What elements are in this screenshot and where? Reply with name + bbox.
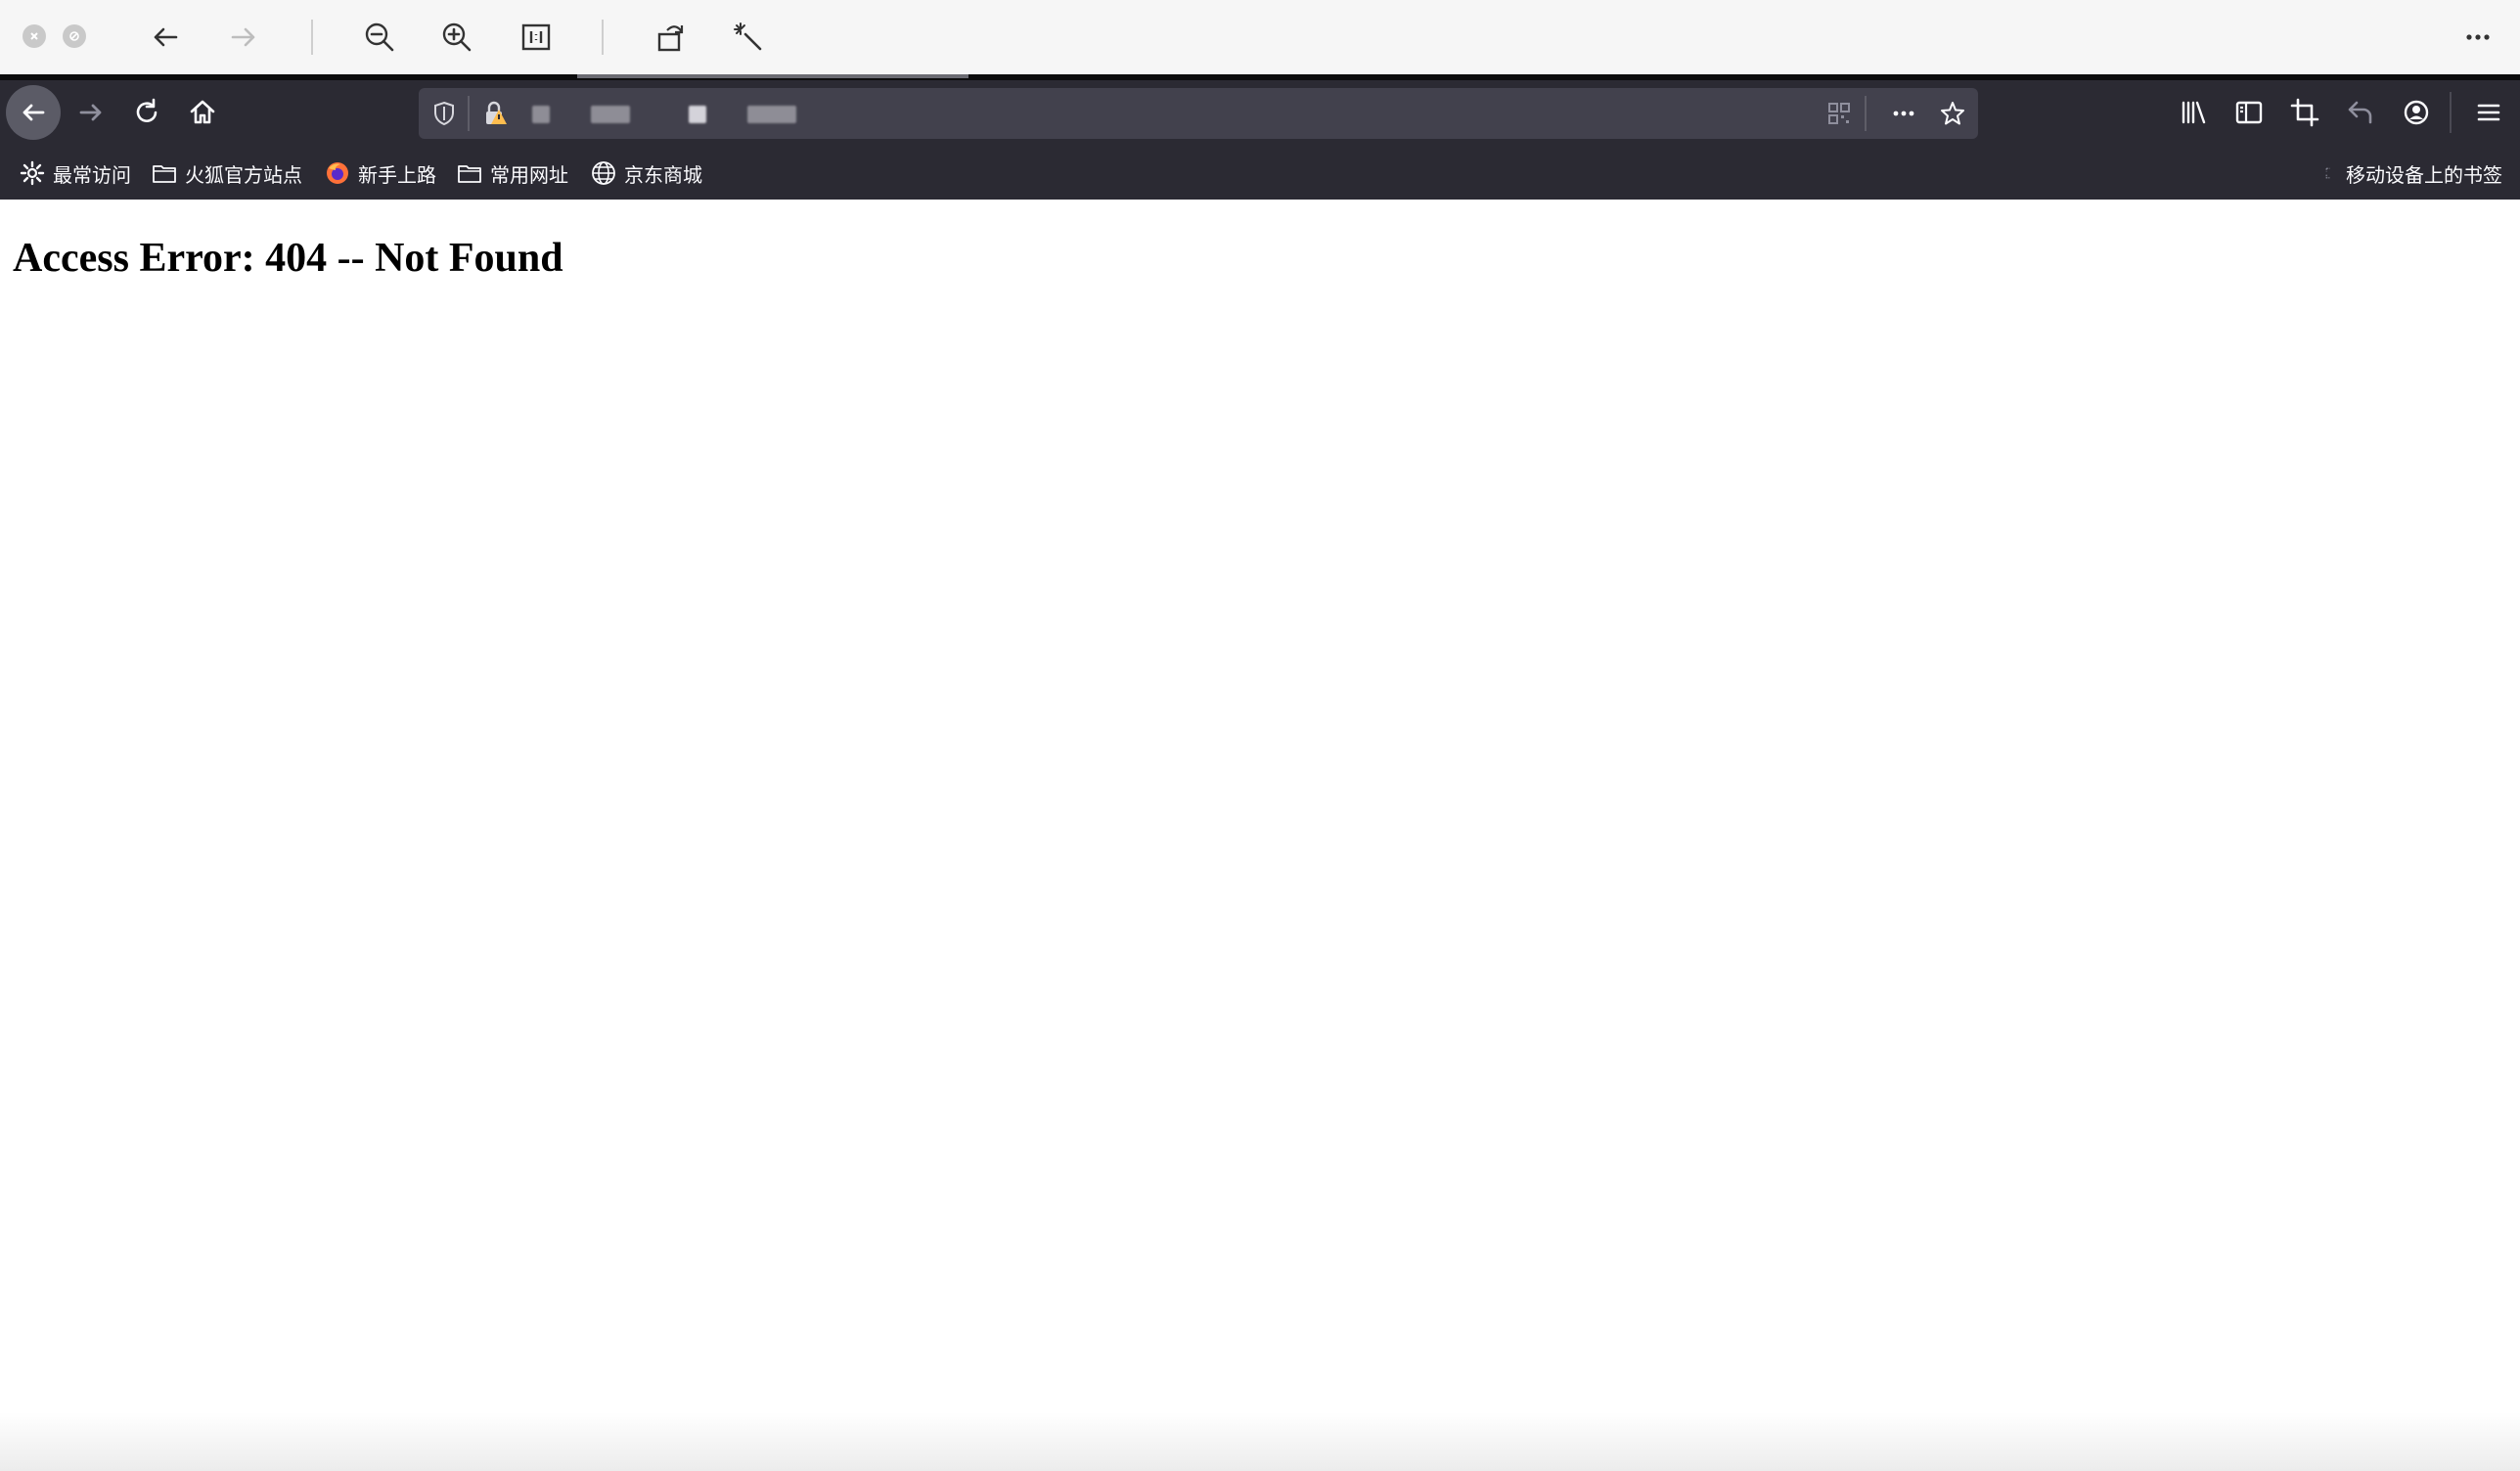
url-text-redacted <box>591 106 630 123</box>
page-title: Access Error: 404 -- Not Found <box>13 236 563 281</box>
library-icon[interactable] <box>2168 87 2219 138</box>
bookmark-label: 常用网址 <box>490 162 568 187</box>
viewer-toolbar <box>0 0 2520 75</box>
bookmark-label: 新手上路 <box>358 162 436 187</box>
home-button[interactable] <box>177 87 228 138</box>
url-text-redacted <box>747 106 796 123</box>
browser-chrome: 最常访问 火狐官方站点 新手上路 常用网址 京东商城 移动设备上的书签 <box>0 74 2520 200</box>
more-horizontal-icon[interactable] <box>1886 96 1921 131</box>
magic-wand-icon[interactable] <box>725 14 772 61</box>
folder-icon <box>458 165 481 183</box>
bookmark-label: 火狐官方站点 <box>185 162 302 187</box>
forward-button[interactable] <box>66 87 116 138</box>
folder-icon <box>2325 167 2330 179</box>
firefox-icon <box>327 162 348 184</box>
page-content: Access Error: 404 -- Not Found <box>0 200 2520 1471</box>
toolbar-divider <box>2450 92 2452 133</box>
qr-code-icon[interactable] <box>1822 96 1857 131</box>
bookmark-label: 最常访问 <box>53 162 131 187</box>
url-text-redacted <box>689 106 706 123</box>
bookmark-label: 京东商城 <box>624 162 702 187</box>
bookmark-jd-mall[interactable]: 京东商城 <box>591 156 702 190</box>
star-icon[interactable] <box>1935 96 1970 131</box>
actual-size-icon[interactable] <box>513 14 560 61</box>
folder-icon <box>153 165 176 183</box>
undo-icon[interactable] <box>2335 87 2386 138</box>
bookmark-common-sites[interactable]: 常用网址 <box>457 156 568 190</box>
minimize-circle-icon[interactable] <box>63 24 86 48</box>
arrow-left-icon[interactable] <box>142 14 189 61</box>
more-horizontal-icon[interactable] <box>2454 14 2501 61</box>
globe-icon <box>592 161 615 185</box>
bookmark-mobile[interactable]: 移动设备上的书签 <box>2324 156 2502 190</box>
toolbar-divider <box>602 20 604 55</box>
navigation-toolbar <box>0 80 2520 145</box>
bookmark-label: 移动设备上的书签 <box>2346 162 2502 187</box>
bookmark-most-visited[interactable]: 最常访问 <box>20 156 131 190</box>
url-bar[interactable] <box>419 88 1978 139</box>
url-divider <box>1865 96 1867 131</box>
account-icon[interactable] <box>2391 87 2442 138</box>
toolbar-divider <box>311 20 313 55</box>
close-circle-icon[interactable] <box>22 24 46 48</box>
bookmarks-toolbar: 最常访问 火狐官方站点 新手上路 常用网址 京东商城 移动设备上的书签 <box>0 149 2520 198</box>
url-text-redacted <box>532 106 550 123</box>
window-bottom-shadow <box>0 1412 2520 1471</box>
crop-icon[interactable] <box>2279 87 2330 138</box>
rotate-icon[interactable] <box>648 14 695 61</box>
hamburger-menu-icon[interactable] <box>2463 87 2514 138</box>
zoom-out-icon[interactable] <box>356 14 403 61</box>
insecure-lock-icon[interactable] <box>477 96 513 131</box>
gear-icon <box>20 160 45 186</box>
url-divider <box>468 96 470 131</box>
bookmark-firefox-official[interactable]: 火狐官方站点 <box>152 156 302 190</box>
sidebar-icon[interactable] <box>2224 87 2274 138</box>
arrow-right-icon[interactable] <box>220 14 267 61</box>
zoom-in-icon[interactable] <box>433 14 480 61</box>
shield-icon[interactable] <box>427 96 462 131</box>
bookmark-getting-started[interactable]: 新手上路 <box>325 156 436 190</box>
active-tab-indicator <box>577 74 968 78</box>
back-button[interactable] <box>6 85 61 140</box>
reload-button[interactable] <box>121 87 172 138</box>
